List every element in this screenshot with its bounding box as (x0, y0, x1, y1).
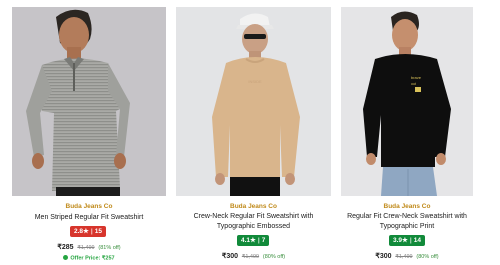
svg-text:brave: brave (411, 75, 422, 80)
discount-percent: (81% off) (98, 245, 121, 251)
product-title[interactable]: Men Striped Regular Fit Sweatshirt (12, 213, 166, 223)
selling-price: ₹300 (221, 253, 239, 260)
product-card[interactable]: Buda Jeans Co Men Striped Regular Fit Sw… (12, 0, 166, 265)
mrp-price: ₹1,499 (395, 254, 413, 260)
discount-percent: (80% off) (262, 254, 286, 260)
product-title-line-1: Crew-Neck Regular Fit Sweatshirt with (193, 213, 314, 220)
product-card[interactable]: brave out Buda Jeans Co Regular Fit Crew… (341, 0, 473, 265)
product-card[interactable]: INSIDE Buda Jeans Co Crew-Neck Regular F… (176, 0, 331, 265)
rating-value: 3.9★ (393, 237, 408, 244)
review-count: 15 (94, 228, 102, 235)
offer-price-text: Offer Price: ₹257 (70, 255, 115, 262)
price-row: ₹300 ₹1,499 (80% off) (176, 252, 331, 260)
rating-badge: 2.8★ | 15 (70, 226, 106, 237)
product-title-line-1: Regular Fit Crew-Neck Sweatshirt with (347, 213, 467, 220)
review-count: 7 (261, 237, 266, 244)
review-count: 14 (413, 237, 421, 244)
rating-value: 2.8★ (74, 228, 89, 235)
rating-badge: 4.1★ | 7 (237, 235, 270, 246)
selling-price: ₹285 (57, 244, 74, 251)
offer-price: Offer Price: ₹257 (12, 255, 166, 262)
product-brand: Buda Jeans Co (383, 203, 431, 210)
rating-badge: 3.9★ | 14 (389, 235, 425, 246)
product-image[interactable]: brave out (341, 7, 473, 196)
price-row: ₹300 ₹1,499 (80% off) (341, 252, 473, 260)
product-title-line-2: Typographic Print (379, 223, 435, 230)
product-brand: Buda Jeans Co (65, 203, 113, 210)
price-row: ₹285 ₹1,499 (81% off) (12, 243, 166, 251)
mrp-price: ₹1,499 (241, 254, 260, 260)
discount-percent: (80% off) (416, 254, 439, 260)
product-title[interactable]: Regular Fit Crew-Neck Sweatshirt with Ty… (341, 212, 473, 232)
selling-price: ₹300 (375, 253, 392, 260)
svg-text:INSIDE: INSIDE (248, 79, 262, 84)
offer-tag-icon (63, 255, 69, 260)
mrp-price: ₹1,499 (77, 245, 95, 251)
product-brand: Buda Jeans Co (230, 203, 277, 210)
product-title[interactable]: Crew-Neck Regular Fit Sweatshirt with Ty… (176, 212, 331, 232)
rating-value: 4.1★ (241, 237, 256, 244)
svg-text:out: out (411, 82, 416, 86)
product-title-line-2: Typographic Embossed (216, 223, 291, 230)
product-image[interactable]: INSIDE (176, 7, 331, 196)
product-image[interactable] (12, 7, 166, 196)
product-grid: Buda Jeans Co Men Striped Regular Fit Sw… (0, 0, 500, 265)
